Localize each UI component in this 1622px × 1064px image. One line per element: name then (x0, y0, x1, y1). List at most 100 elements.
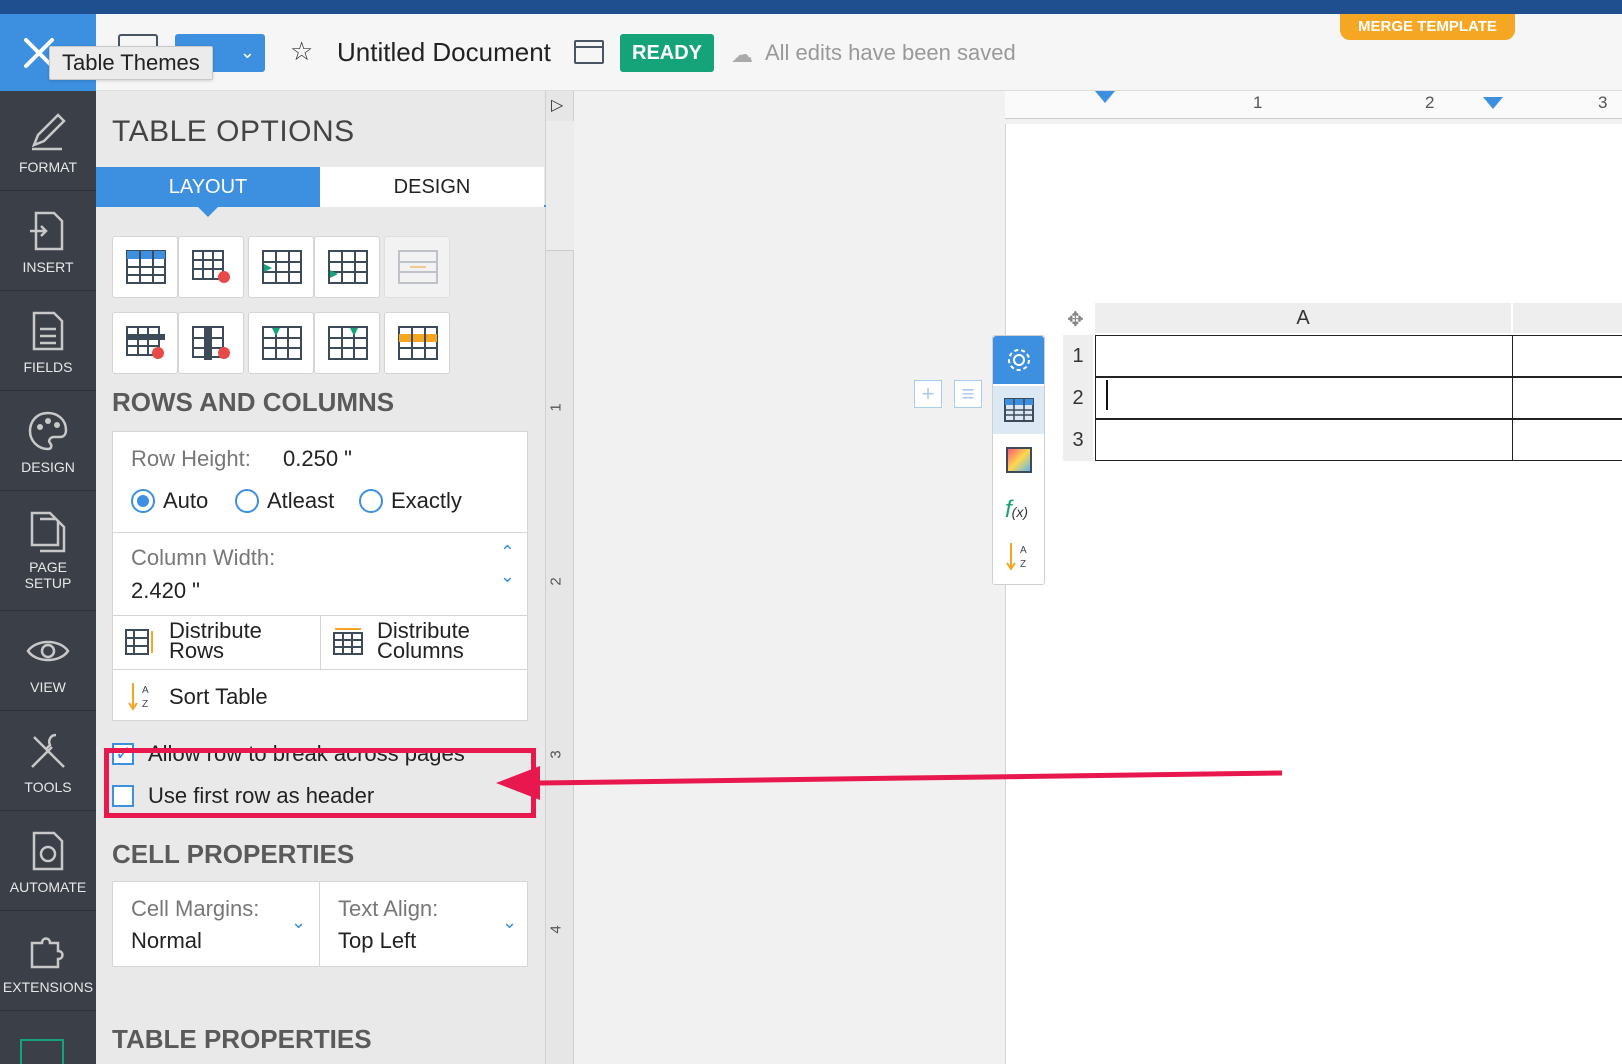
insert-column-left-icon (262, 326, 302, 360)
radio-exactly[interactable]: Exactly (359, 488, 462, 514)
nav-label: AUTOMATE (9, 879, 87, 895)
distribute-rows-button[interactable]: Distribute Rows (113, 615, 320, 669)
collapse-panel-icon[interactable]: ▷ (551, 95, 563, 115)
chevron-down-icon: ⌄ (502, 912, 518, 932)
sort-button[interactable]: AZ (1005, 541, 1033, 576)
tab-layout[interactable]: LAYOUT (96, 167, 320, 217)
row-height-label: Row Height: (131, 446, 251, 471)
right-indent-marker-icon[interactable] (1483, 97, 1503, 109)
tab-design[interactable]: DESIGN (320, 167, 544, 207)
table-cell[interactable] (1095, 335, 1513, 377)
column-width-input[interactable]: 2.420 " (131, 578, 200, 604)
gear-icon (1008, 349, 1030, 371)
sort-az-icon: AZ (128, 683, 149, 711)
nav-item-insert[interactable]: INSERT (0, 191, 96, 291)
delete-row-button[interactable] (112, 312, 178, 374)
table-cell[interactable] (1513, 377, 1622, 419)
table-layout-button[interactable] (993, 386, 1044, 434)
insert-row-above-button[interactable] (248, 236, 314, 298)
table-cell[interactable] (1095, 377, 1513, 419)
radio-auto[interactable]: Auto (131, 488, 208, 514)
increment-icon[interactable]: ⌃ (500, 542, 515, 563)
table-cell[interactable] (1513, 419, 1622, 461)
delete-column-icon (192, 326, 230, 360)
ruler-number: 2 (547, 577, 565, 586)
sort-table-label: Sort Table (169, 684, 268, 709)
nav-item-format[interactable]: FORMAT (0, 91, 96, 191)
nav-label: DESIGN (21, 459, 75, 475)
nav-item-design[interactable]: DESIGN (0, 391, 96, 491)
ruler-number: 2 (1425, 93, 1435, 112)
table-nav-icon[interactable] (20, 1039, 64, 1064)
distribute-columns-button[interactable]: Distribute Columns (321, 615, 528, 669)
merge-template-button[interactable]: MERGE TEMPLATE (1340, 14, 1515, 40)
radio-label: Atleast (267, 488, 335, 513)
nav-item-fields[interactable]: FIELDS (0, 291, 96, 391)
add-icon[interactable]: + (914, 380, 942, 408)
sort-table-button[interactable]: AZ Sort Table (113, 669, 527, 721)
folder-icon[interactable] (574, 40, 604, 64)
move-table-icon[interactable]: ✥ (1067, 307, 1084, 332)
select-value: Top Left (338, 928, 417, 953)
document-page[interactable] (1005, 124, 1622, 1064)
nav-item-view[interactable]: VIEW (0, 611, 96, 711)
table-color-button[interactable] (1005, 446, 1033, 479)
tools-icon (31, 733, 65, 768)
delete-column-button[interactable] (178, 312, 244, 374)
text-align-select[interactable]: Text Align: Top Left ⌄ (320, 882, 528, 966)
align-icon[interactable]: ≡ (954, 380, 982, 408)
merge-cells-button[interactable] (384, 236, 450, 298)
nav-item-automate[interactable]: AUTOMATE (0, 811, 96, 911)
insert-column-right-button[interactable] (314, 312, 380, 374)
nav-label: VIEW (30, 679, 66, 695)
formula-icon[interactable]: f(x) (1005, 496, 1028, 524)
row-number[interactable]: 3 (1063, 419, 1093, 461)
table-cell[interactable] (1513, 335, 1622, 377)
document-title[interactable]: Untitled Document (337, 37, 551, 68)
row-number[interactable]: 1 (1063, 335, 1093, 377)
table-properties-heading: TABLE PROPERTIES (112, 1024, 372, 1054)
select-label: Cell Margins: (131, 896, 260, 921)
nav-item-tools[interactable]: TOOLS (0, 711, 96, 811)
column-header-bar: A (1095, 303, 1622, 333)
insert-column-right-icon (328, 326, 368, 360)
row-number[interactable]: 2 (1063, 377, 1093, 419)
nav-label: PAGE SETUP (24, 559, 72, 591)
horizontal-ruler: 1 2 3 (1005, 91, 1622, 119)
table-settings-button[interactable] (993, 336, 1044, 384)
table-floating-toolbar: f(x) AZ (992, 335, 1045, 585)
nav-label: FIELDS (23, 359, 73, 375)
radio-empty-icon (359, 489, 383, 513)
delete-table-button[interactable] (178, 236, 244, 298)
text-caret (1106, 380, 1108, 410)
rows-columns-heading: ROWS AND COLUMNS (112, 387, 395, 417)
svg-text:Z: Z (142, 699, 148, 710)
column-width-label: Column Width: (131, 545, 276, 570)
header-row-icon (398, 326, 438, 360)
star-icon[interactable]: ☆ (290, 36, 313, 67)
insert-column-left-button[interactable] (248, 312, 314, 374)
nav-label: FORMAT (18, 159, 78, 175)
insert-row-below-button[interactable] (314, 236, 380, 298)
decrement-icon[interactable]: ⌄ (500, 566, 515, 587)
header-row-button[interactable] (384, 312, 450, 374)
radio-atleast[interactable]: Atleast (235, 488, 334, 514)
svg-text:A: A (1020, 545, 1027, 556)
table-options-panel: TABLE OPTIONS LAYOUT DESIGN ROWS AND COL… (96, 91, 546, 1064)
distribute-rows-label: Distribute Rows (169, 618, 262, 663)
sort-az-icon: AZ (1006, 543, 1027, 571)
row-height-input[interactable]: 0.250 " (283, 446, 352, 472)
nav-item-page-setup[interactable]: PAGE SETUP (0, 491, 96, 611)
table-cell[interactable] (1095, 419, 1513, 461)
cell-margins-select[interactable]: Cell Margins: Normal ⌄ (113, 882, 313, 966)
ruler-handle[interactable] (546, 121, 574, 251)
column-header-a[interactable]: A (1095, 303, 1513, 333)
nav-item-extensions[interactable]: EXTENSIONS (0, 911, 96, 1011)
radio-label: Exactly (391, 488, 462, 513)
insert-table-button[interactable] (112, 236, 178, 298)
annotation-highlight-box (104, 748, 536, 818)
insert-row-below-icon (328, 250, 368, 284)
table-icon (1004, 398, 1034, 422)
ruler-number: 3 (547, 750, 565, 759)
left-indent-marker-icon[interactable] (1095, 91, 1115, 103)
